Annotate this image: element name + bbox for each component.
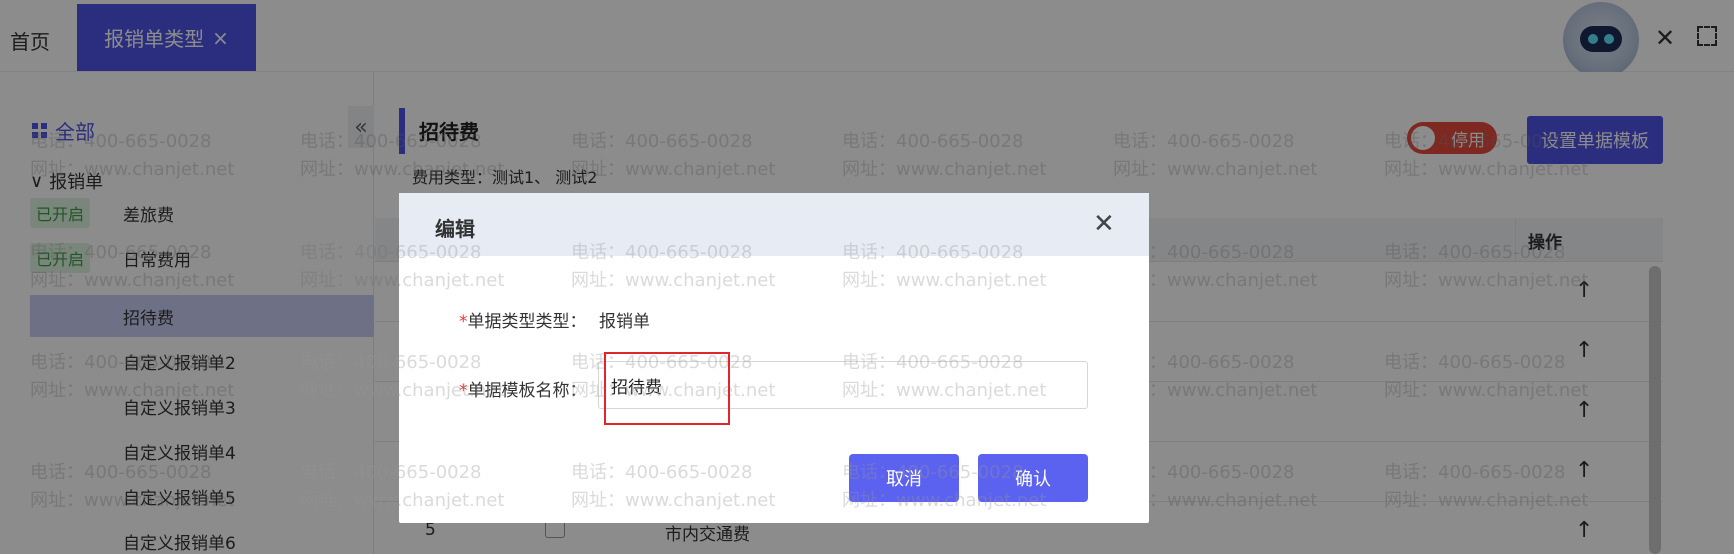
template-name-label-row: *单据模板名称： [459, 376, 587, 401]
required-mark: * [459, 312, 468, 332]
dialog-title: 编辑 [435, 217, 475, 241]
confirm-button[interactable]: 确认 [978, 454, 1088, 502]
document-type-value: 报销单 [599, 312, 650, 332]
close-icon[interactable]: ✕ [1093, 209, 1115, 239]
template-name-label: 单据模板名称： [467, 381, 587, 401]
document-type-label: 单据类型类型： [467, 312, 587, 332]
highlight-box [604, 352, 730, 425]
document-type-field: *单据类型类型： 报销单 [459, 307, 650, 332]
required-mark: * [459, 381, 468, 401]
dialog-header: 编辑 ✕ [399, 193, 1149, 256]
edit-dialog: 编辑 ✕ *单据类型类型： 报销单 *单据模板名称： 招待费 取消 确认 [399, 193, 1149, 523]
cancel-button[interactable]: 取消 [849, 454, 959, 502]
